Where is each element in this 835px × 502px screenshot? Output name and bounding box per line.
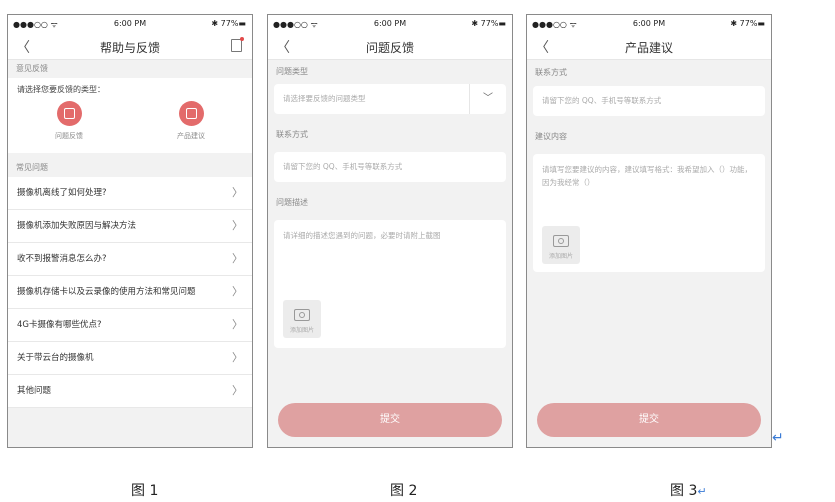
product-suggestion-icon: [178, 101, 204, 126]
nav-bar: 〈 产品建议: [527, 31, 771, 60]
add-photo-button[interactable]: 添加图片: [542, 226, 580, 264]
faq-item-label: 摄像机添加失败原因与解决方法: [17, 221, 137, 231]
battery-indicator: ✱ 77%▬: [211, 19, 246, 28]
faq-item-label: 收不到报警消息怎么办?: [17, 254, 107, 264]
faq-item[interactable]: 关于带云台的摄像机 〉: [8, 342, 252, 375]
description-placeholder: 请详细的描述您遇到的问题，必要时请附上截图: [283, 231, 441, 240]
faq-item[interactable]: 摄像机存储卡以及云录像的使用方法和常见问题 〉: [8, 276, 252, 309]
faq-item-label: 摄像机存储卡以及云录像的使用方法和常见问题: [17, 287, 196, 297]
chevron-right-icon: 〉: [232, 384, 243, 397]
section-label-faq: 常见问题: [16, 163, 48, 172]
contact-label: 联系方式: [276, 130, 308, 139]
chevron-right-icon: 〉: [232, 219, 243, 232]
page-title: 产品建议: [624, 41, 673, 55]
chevron-right-icon: 〉: [232, 186, 243, 199]
faq-item-label: 关于带云台的摄像机: [17, 353, 94, 363]
problem-feedback-button[interactable]: 问题反馈: [8, 101, 130, 153]
camera-icon: [294, 309, 310, 321]
nav-bar: 〈 帮助与反馈: [8, 31, 252, 60]
description-textarea[interactable]: 请详细的描述您遇到的问题，必要时请附上截图 添加图片: [274, 220, 506, 348]
faq-item-label: 4G卡摄像有哪些优点?: [17, 320, 102, 330]
suggestion-placeholder: 请填写您要建议的内容，建议填写格式：我希望加入（）功能，因为我经常（）: [542, 165, 752, 187]
faq-item[interactable]: 收不到报警消息怎么办? 〉: [8, 243, 252, 276]
suggestion-textarea[interactable]: 请填写您要建议的内容，建议填写格式：我希望加入（）功能，因为我经常（） 添加图片: [533, 154, 765, 272]
phone-product-suggestion: ●●●○○ ᯤ 6:00 PM ✱ 77%▬ 〈 产品建议 联系方式 请留下您的…: [526, 14, 772, 448]
description-label: 问题描述: [276, 198, 308, 207]
problem-feedback-label: 问题反馈: [55, 132, 83, 140]
chevron-right-icon: 〉: [232, 285, 243, 298]
faq-item-label: 其他问题: [17, 386, 52, 396]
contact-placeholder: 请留下您的 QQ、手机号等联系方式: [283, 162, 403, 171]
return-mark-icon: ↵: [772, 430, 784, 446]
contact-label: 联系方式: [535, 68, 567, 77]
chevron-down-icon: ﹀: [469, 84, 506, 114]
problem-type-placeholder: 请选择要反馈的问题类型: [283, 94, 366, 103]
feedback-type-hint: 请选择您要反馈的类型：: [17, 85, 105, 94]
feedback-record-icon[interactable]: [231, 37, 244, 52]
page-title: 问题反馈: [365, 41, 414, 55]
figure-caption-3: 图 3↵: [670, 480, 707, 500]
suggestion-label: 建议内容: [535, 132, 567, 141]
problem-type-label: 问题类型: [276, 67, 308, 76]
contact-input[interactable]: 请留下您的 QQ、手机号等联系方式: [274, 152, 506, 182]
figure-caption-3-text: 图 3: [670, 483, 698, 499]
camera-icon: [553, 235, 569, 247]
chevron-right-icon: 〉: [232, 351, 243, 364]
faq-item[interactable]: 摄像机离线了如何处理? 〉: [8, 177, 252, 210]
add-photo-label: 添加图片: [289, 327, 314, 334]
contact-input[interactable]: 请留下您的 QQ、手机号等联系方式: [533, 86, 765, 116]
faq-item[interactable]: 摄像机添加失败原因与解决方法 〉: [8, 210, 252, 243]
feedback-type-panel: 请选择您要反馈的类型： 问题反馈 产品建议: [8, 78, 252, 153]
faq-item-label: 摄像机离线了如何处理?: [17, 188, 107, 198]
submit-button[interactable]: 提交: [278, 403, 502, 437]
faq-item[interactable]: 4G卡摄像有哪些优点? 〉: [8, 309, 252, 342]
chevron-right-icon: 〉: [232, 318, 243, 331]
chevron-right-icon: 〉: [232, 252, 243, 265]
battery-indicator: ✱ 77%▬: [471, 19, 506, 28]
phone-help-feedback: ●●●○○ ᯤ 6:00 PM ✱ 77%▬ 〈 帮助与反馈 意见反馈 请选择您…: [7, 14, 253, 448]
submit-button[interactable]: 提交: [537, 403, 761, 437]
problem-type-select[interactable]: 请选择要反馈的问题类型 ﹀: [274, 84, 506, 114]
return-mark-icon: ↵: [697, 485, 707, 498]
product-suggestion-button[interactable]: 产品建议: [130, 101, 252, 153]
page-title: 帮助与反馈: [99, 41, 160, 55]
figure-caption-2: 图 2: [390, 483, 418, 499]
problem-feedback-icon: [56, 101, 82, 126]
status-bar: ●●●○○ ᯤ 6:00 PM ✱ 77%▬: [527, 15, 771, 31]
figure-caption-1: 图 1: [131, 483, 159, 499]
product-suggestion-label: 产品建议: [177, 132, 205, 140]
status-bar: ●●●○○ ᯤ 6:00 PM ✱ 77%▬: [8, 15, 252, 31]
nav-bar: 〈 问题反馈: [268, 31, 512, 60]
add-photo-label: 添加图片: [548, 253, 573, 260]
battery-indicator: ✱ 77%▬: [730, 19, 765, 28]
add-photo-button[interactable]: 添加图片: [283, 300, 321, 338]
status-bar: ●●●○○ ᯤ 6:00 PM ✱ 77%▬: [268, 15, 512, 31]
contact-placeholder: 请留下您的 QQ、手机号等联系方式: [542, 96, 662, 105]
faq-item[interactable]: 其他问题 〉: [8, 375, 252, 408]
phone-problem-feedback: ●●●○○ ᯤ 6:00 PM ✱ 77%▬ 〈 问题反馈 问题类型 请选择要反…: [267, 14, 513, 448]
section-label-feedback: 意见反馈: [16, 64, 48, 73]
